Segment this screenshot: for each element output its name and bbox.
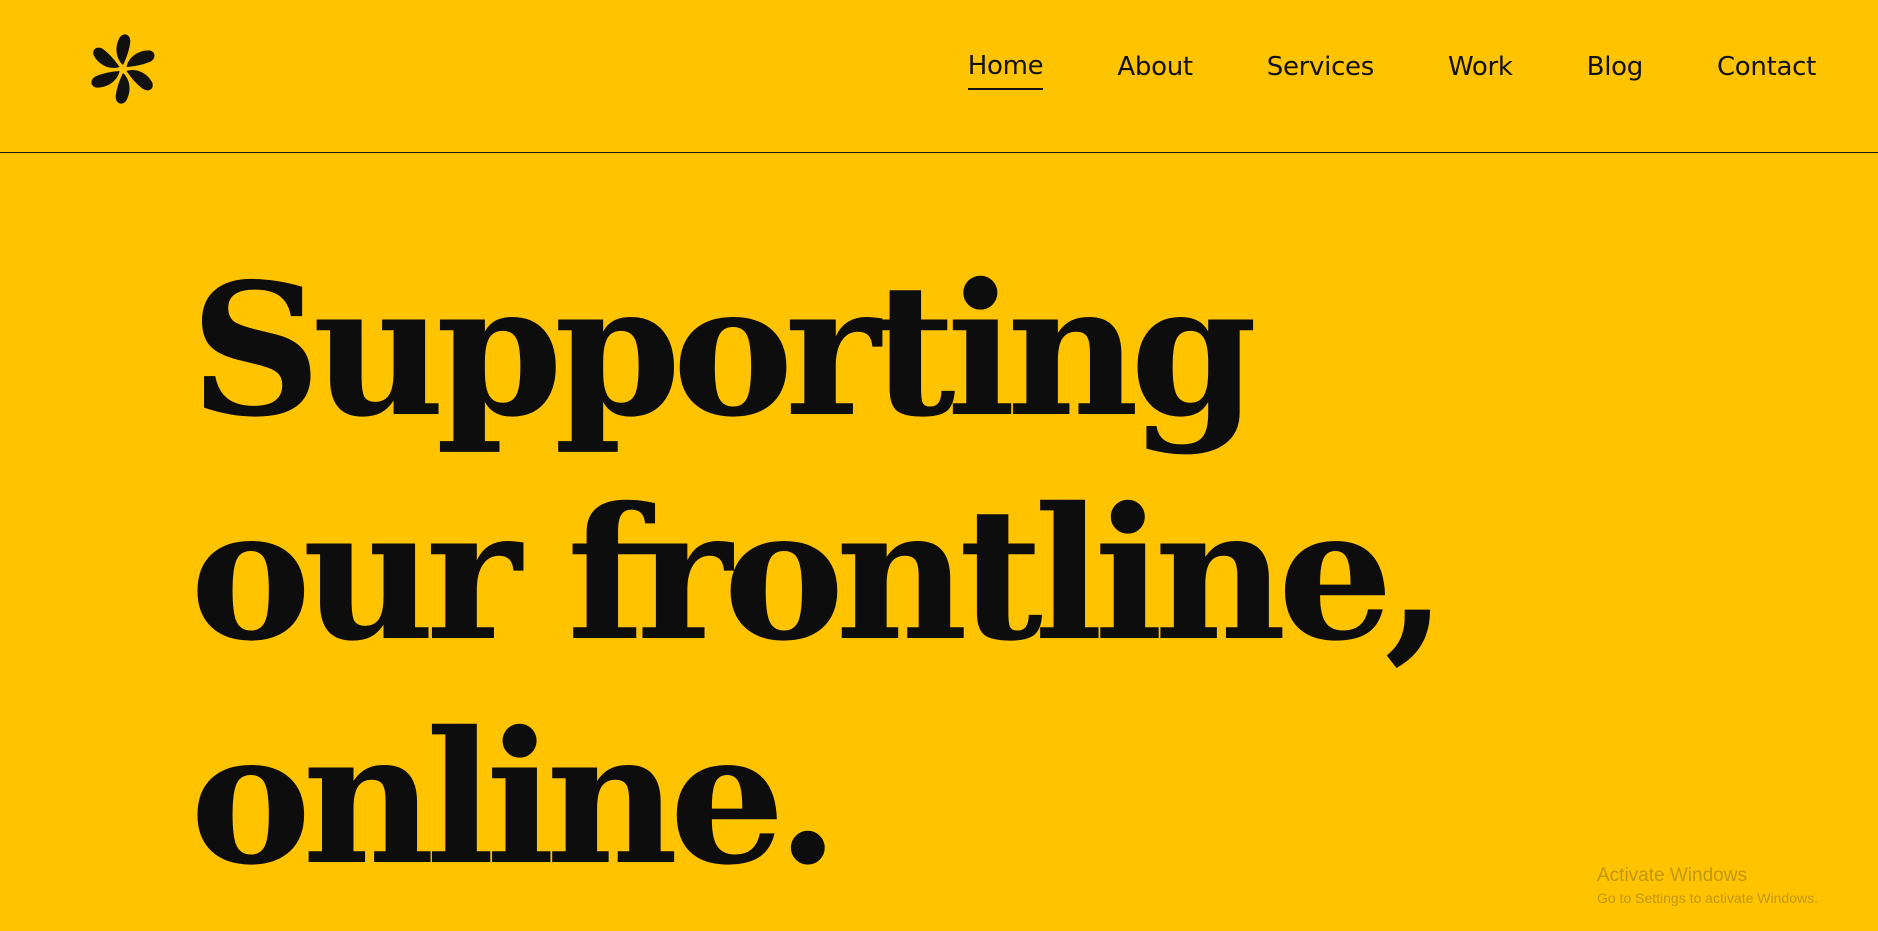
- hero-heading: Supporting our frontline, online.: [190, 238, 1448, 910]
- hero-line-3: online.: [190, 691, 839, 905]
- logo[interactable]: [84, 32, 162, 106]
- nav-work[interactable]: Work: [1448, 51, 1513, 89]
- hero-line-2: our frontline,: [190, 467, 1448, 681]
- hero-line-1: Supporting: [190, 243, 1257, 457]
- nav-about[interactable]: About: [1117, 51, 1193, 89]
- nav-blog[interactable]: Blog: [1587, 51, 1644, 89]
- nav-services[interactable]: Services: [1267, 51, 1375, 89]
- main-nav: Home About Services Work Blog Contact: [967, 50, 1816, 90]
- watermark-subtitle: Go to Settings to activate Windows.: [1597, 890, 1818, 906]
- site-header: Home About Services Work Blog Contact: [0, 0, 1878, 153]
- nav-contact[interactable]: Contact: [1717, 51, 1816, 89]
- activate-windows-watermark: Activate Windows Go to Settings to activ…: [1597, 864, 1818, 908]
- pinwheel-logo-icon: [91, 34, 155, 104]
- nav-home[interactable]: Home: [967, 50, 1044, 90]
- watermark-title: Activate Windows: [1597, 865, 1747, 886]
